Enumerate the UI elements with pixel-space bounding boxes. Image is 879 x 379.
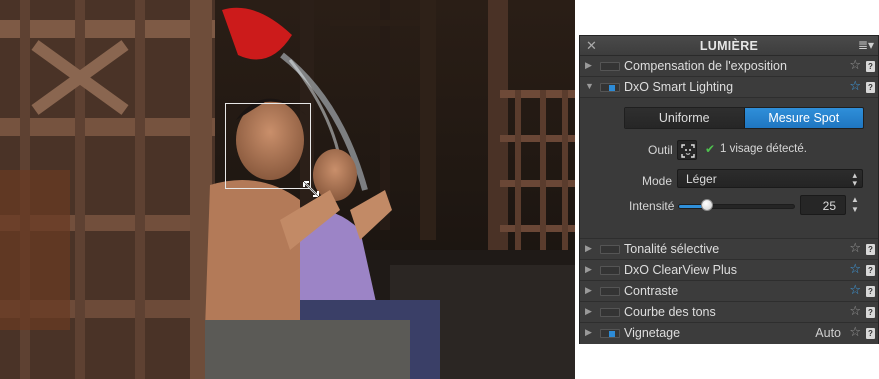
face-detect-tool-button[interactable]	[677, 140, 697, 160]
help-icon[interactable]: ?	[866, 82, 875, 93]
intensity-slider-track[interactable]	[678, 204, 795, 209]
row-tone-curve[interactable]: ▶ Courbe des tons ☆ ?	[580, 302, 878, 323]
row-vignetting[interactable]: ▶ Vignetage Auto ☆ ?	[580, 323, 878, 344]
segment-spot-metering[interactable]: Mesure Spot	[744, 108, 863, 128]
intensity-label: Intensité	[629, 199, 675, 213]
help-icon[interactable]: ?	[866, 307, 875, 318]
intensity-slider-thumb[interactable]	[700, 199, 713, 211]
mode-label: Mode	[642, 174, 673, 188]
intensity-value: 25	[822, 199, 836, 213]
favorite-star-icon[interactable]: ☆	[849, 240, 861, 256]
enable-toggle[interactable]	[600, 287, 620, 296]
favorite-star-icon[interactable]: ☆	[849, 57, 861, 73]
enable-toggle[interactable]	[600, 62, 620, 71]
help-icon[interactable]: ?	[866, 244, 875, 255]
check-icon: ✔	[705, 142, 716, 156]
collapse-arrow-icon[interactable]: ▶	[585, 306, 592, 317]
photo-image	[0, 0, 575, 379]
row-label: Vignetage	[624, 326, 681, 340]
help-icon[interactable]: ?	[866, 61, 875, 72]
collapse-arrow-icon[interactable]: ▶	[585, 285, 592, 296]
collapse-arrow-icon[interactable]: ▶	[585, 264, 592, 275]
stepper-up-icon[interactable]: ▲	[850, 195, 860, 205]
detection-status: 1 visage détecté.	[720, 143, 807, 155]
auto-badge: Auto	[815, 326, 841, 340]
enable-toggle[interactable]	[600, 266, 620, 275]
row-label: Tonalité sélective	[624, 242, 720, 256]
row-label: Courbe des tons	[624, 305, 716, 319]
favorite-star-icon[interactable]: ☆	[849, 303, 861, 319]
enable-toggle[interactable]	[600, 83, 620, 92]
row-clearview-plus[interactable]: ▶ DxO ClearView Plus ☆ ?	[580, 260, 878, 281]
favorite-star-icon[interactable]: ☆	[849, 282, 861, 298]
favorite-star-icon[interactable]: ☆	[849, 78, 861, 94]
collapse-arrow-icon[interactable]: ▶	[585, 60, 592, 71]
mode-select[interactable]: Léger ▴ ▾	[677, 169, 863, 188]
segment-uniform[interactable]: Uniforme	[625, 108, 745, 128]
photo-preview[interactable]	[0, 0, 575, 379]
panel-header: ✕ LUMIÈRE ≣▾	[580, 36, 878, 56]
favorite-star-icon[interactable]: ☆	[849, 261, 861, 277]
intensity-input[interactable]: 25	[800, 195, 846, 215]
enable-toggle[interactable]	[600, 329, 620, 338]
screenshot: ✕ LUMIÈRE ≣▾ ▶ Compensation de l'exposit…	[0, 0, 879, 379]
row-label: DxO ClearView Plus	[624, 263, 738, 277]
mode-segmented-control[interactable]: Uniforme Mesure Spot	[624, 107, 864, 129]
row-selective-tone[interactable]: ▶ Tonalité sélective ☆ ?	[580, 239, 878, 260]
tool-label: Outil	[648, 143, 673, 157]
row-contrast[interactable]: ▶ Contraste ☆ ?	[580, 281, 878, 302]
row-label: DxO Smart Lighting	[624, 80, 734, 94]
help-icon[interactable]: ?	[866, 265, 875, 276]
mode-select-value: Léger	[686, 172, 717, 186]
face-detect-icon	[681, 144, 695, 158]
collapse-arrow-icon[interactable]: ▶	[585, 327, 592, 338]
lighting-panel: ✕ LUMIÈRE ≣▾ ▶ Compensation de l'exposit…	[579, 35, 879, 344]
help-icon[interactable]: ?	[866, 286, 875, 297]
spot-metering-frame[interactable]	[225, 103, 311, 189]
smart-lighting-settings: Uniforme Mesure Spot Outil ✔ 1 visage dé…	[580, 98, 878, 239]
help-icon[interactable]: ?	[866, 328, 875, 339]
stepper-down-icon[interactable]: ▼	[850, 205, 860, 215]
row-label: Compensation de l'exposition	[624, 59, 787, 73]
enable-toggle[interactable]	[600, 245, 620, 254]
expand-arrow-icon[interactable]: ▼	[585, 81, 594, 91]
panel-title: LUMIÈRE	[699, 39, 759, 53]
panel-menu-icon[interactable]: ≣▾	[858, 38, 874, 52]
intensity-stepper[interactable]: ▲ ▼	[850, 195, 860, 215]
collapse-arrow-icon[interactable]: ▶	[585, 243, 592, 254]
row-exposure-compensation[interactable]: ▶ Compensation de l'exposition ☆ ?	[580, 56, 878, 77]
row-label: Contraste	[624, 284, 679, 298]
enable-toggle[interactable]	[600, 308, 620, 317]
resize-handle-icon[interactable]	[301, 179, 321, 199]
select-arrows-icon: ▴ ▾	[852, 170, 857, 188]
favorite-star-icon[interactable]: ☆	[849, 324, 861, 340]
row-smart-lighting[interactable]: ▼ DxO Smart Lighting ☆ ?	[580, 77, 878, 98]
